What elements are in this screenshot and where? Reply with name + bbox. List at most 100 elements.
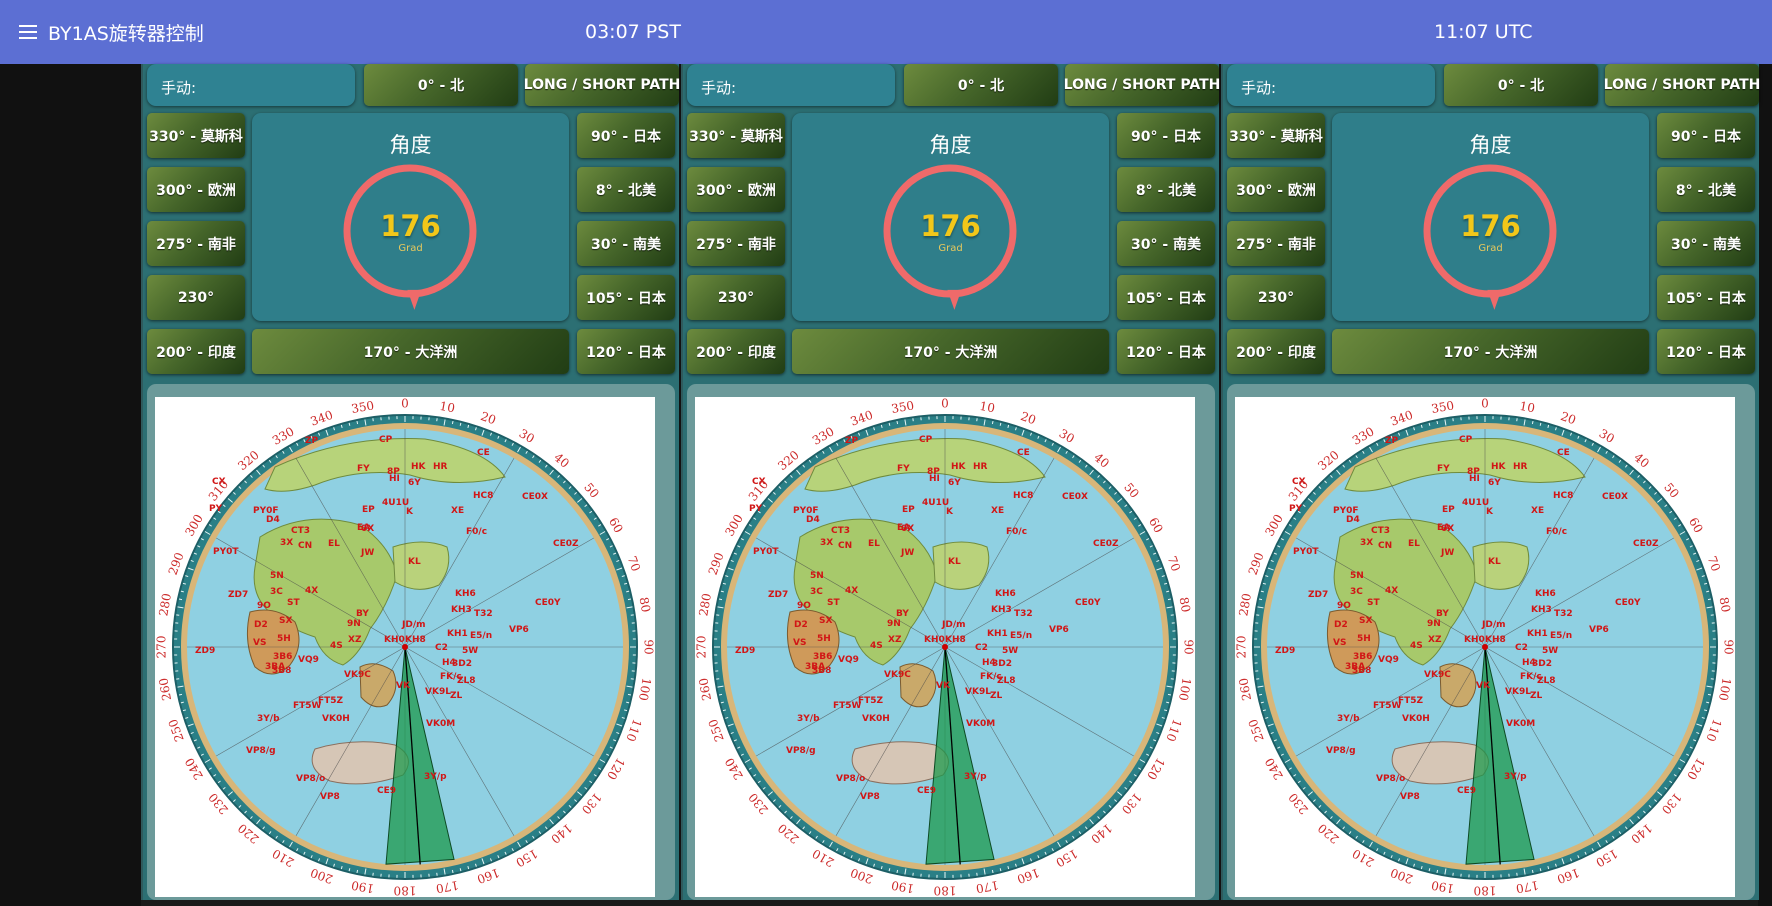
long-short-path-button[interactable]: LONG / SHORT PATH xyxy=(1064,64,1220,106)
preset-button-90[interactable]: 90° - 日本 xyxy=(1657,113,1755,158)
menu-icon[interactable] xyxy=(19,25,37,39)
preset-button-300[interactable]: 300° - 欧洲 xyxy=(1227,167,1325,212)
bearing-label: 290 xyxy=(166,551,187,577)
clock-pst: 03:07 PST xyxy=(585,21,681,43)
preset-button-230[interactable]: 230° xyxy=(147,275,245,320)
preset-button-275[interactable]: 275° - 南非 xyxy=(1227,221,1325,266)
preset-button-120[interactable]: 120° - 日本 xyxy=(1657,329,1755,374)
callsign-label: ZL8 xyxy=(1537,676,1556,686)
preset-button-8[interactable]: 8° - 北美 xyxy=(577,167,675,212)
preset-button-30[interactable]: 30° - 南美 xyxy=(1657,221,1755,266)
bearing-label: 290 xyxy=(1246,551,1267,577)
preset-button-230[interactable]: 230° xyxy=(1227,275,1325,320)
callsign-label: JW xyxy=(900,548,914,558)
long-short-path-button[interactable]: LONG / SHORT PATH xyxy=(524,64,680,106)
preset-button-105[interactable]: 105° - 日本 xyxy=(1657,275,1755,320)
callsign-label: F0/c xyxy=(1006,527,1027,537)
callsign-label: KH0 xyxy=(1464,635,1485,645)
callsign-label: CE xyxy=(1557,448,1570,458)
callsign-label: 3C xyxy=(1350,587,1363,597)
callsign-label: ZD9 xyxy=(1275,646,1295,656)
callsign-label: XZ xyxy=(1428,635,1442,645)
callsign-label: 5N xyxy=(1350,571,1364,581)
preset-button-275[interactable]: 275° - 南非 xyxy=(687,221,785,266)
callsign-label: K xyxy=(406,507,414,517)
manual-input[interactable]: 手动: xyxy=(1227,64,1435,106)
preset-button-105[interactable]: 105° - 日本 xyxy=(577,275,675,320)
callsign-label: 4S xyxy=(870,641,883,651)
bearing-label: 40 xyxy=(551,450,572,471)
bearing-label: 270 xyxy=(1235,636,1249,659)
preset-button-330[interactable]: 330° - 莫斯科 xyxy=(687,113,785,158)
north-button[interactable]: 0° - 北 xyxy=(1444,64,1598,106)
preset-button-170[interactable]: 170° - 大洋洲 xyxy=(1332,329,1649,374)
callsign-label: 5N xyxy=(810,571,824,581)
callsign-label: T32 xyxy=(1014,609,1033,619)
callsign-label: FT5Z xyxy=(1398,696,1424,706)
callsign-label: CE0X xyxy=(522,492,548,502)
preset-button-200[interactable]: 200° - 印度 xyxy=(147,329,245,374)
preset-button-170[interactable]: 170° - 大洋洲 xyxy=(792,329,1109,374)
callsign-label: KH1 xyxy=(987,629,1008,639)
heading-dial-card: 角度 176 Grad xyxy=(252,113,569,321)
preset-button-330[interactable]: 330° - 莫斯科 xyxy=(147,113,245,158)
preset-button-230[interactable]: 230° xyxy=(687,275,785,320)
bearing-label: 280 xyxy=(156,592,174,617)
preset-button-300[interactable]: 300° - 欧洲 xyxy=(687,167,785,212)
preset-button-30[interactable]: 30° - 南美 xyxy=(577,221,675,266)
callsign-label: VQ9 xyxy=(838,655,859,665)
callsign-label: K xyxy=(946,507,954,517)
callsign-label: PY xyxy=(209,504,223,514)
map-card: CP ZP CE HK HR FY 8P HI 6Y HC8 4U1U K CE0X EP XE F0/c CX… xyxy=(1227,384,1755,900)
callsign-label: ZD9 xyxy=(735,646,755,656)
callsign-label: VP8/g xyxy=(246,746,276,756)
callsign-label: CE0Z xyxy=(1093,539,1119,549)
north-button[interactable]: 0° - 北 xyxy=(364,64,518,106)
callsign-label: E5/n xyxy=(1010,631,1032,641)
preset-button-200[interactable]: 200° - 印度 xyxy=(1227,329,1325,374)
preset-button-120[interactable]: 120° - 日本 xyxy=(1117,329,1215,374)
preset-button-330[interactable]: 330° - 莫斯科 xyxy=(1227,113,1325,158)
callsign-label: KL xyxy=(1488,557,1501,567)
preset-button-200[interactable]: 200° - 印度 xyxy=(687,329,785,374)
callsign-label: 3X xyxy=(280,538,293,548)
preset-button-105[interactable]: 105° - 日本 xyxy=(1117,275,1215,320)
preset-button-300[interactable]: 300° - 欧洲 xyxy=(147,167,245,212)
right-margin xyxy=(1758,64,1772,906)
bearing-label: 30 xyxy=(517,426,537,446)
preset-button-8[interactable]: 8° - 北美 xyxy=(1657,167,1755,212)
callsign-label: 0X xyxy=(361,524,374,534)
manual-input[interactable]: 手动: xyxy=(687,64,895,106)
bearing-label: 110 xyxy=(1163,717,1184,743)
manual-input[interactable]: 手动: xyxy=(147,64,355,106)
bearing-label: 20 xyxy=(479,409,498,427)
preset-button-275[interactable]: 275° - 南非 xyxy=(147,221,245,266)
preset-button-90[interactable]: 90° - 日本 xyxy=(1117,113,1215,158)
bottom-scroll-strip xyxy=(141,900,1758,906)
callsign-label: XE xyxy=(1531,506,1544,516)
callsign-label: VQ9 xyxy=(1378,655,1399,665)
callsign-label: CE0X xyxy=(1602,492,1628,502)
heading-value: 176 xyxy=(920,209,981,243)
callsign-label: 4S xyxy=(330,641,343,651)
callsign-label: 3Y/p xyxy=(424,772,447,782)
callsign-label: CN xyxy=(1378,541,1392,551)
preset-button-8[interactable]: 8° - 北美 xyxy=(1117,167,1215,212)
preset-button-30[interactable]: 30° - 南美 xyxy=(1117,221,1215,266)
callsign-label: T32 xyxy=(474,609,493,619)
land-north-america xyxy=(392,541,450,590)
preset-button-170[interactable]: 170° - 大洋洲 xyxy=(252,329,569,374)
callsign-label: JD/m xyxy=(941,620,965,630)
bearing-label: 250 xyxy=(1246,717,1267,743)
long-short-path-button[interactable]: LONG / SHORT PATH xyxy=(1604,64,1760,106)
callsign-label: ZD9 xyxy=(195,646,215,656)
callsign-label: 6Y xyxy=(948,478,961,488)
preset-button-90[interactable]: 90° - 日本 xyxy=(577,113,675,158)
callsign-label: ST xyxy=(287,598,300,608)
north-button[interactable]: 0° - 北 xyxy=(904,64,1058,106)
bearing-label: 260 xyxy=(156,677,174,702)
preset-button-120[interactable]: 120° - 日本 xyxy=(577,329,675,374)
callsign-label: KH8 xyxy=(1485,635,1506,645)
callsign-label: KH1 xyxy=(1527,629,1548,639)
callsign-label: 5H xyxy=(277,634,291,644)
